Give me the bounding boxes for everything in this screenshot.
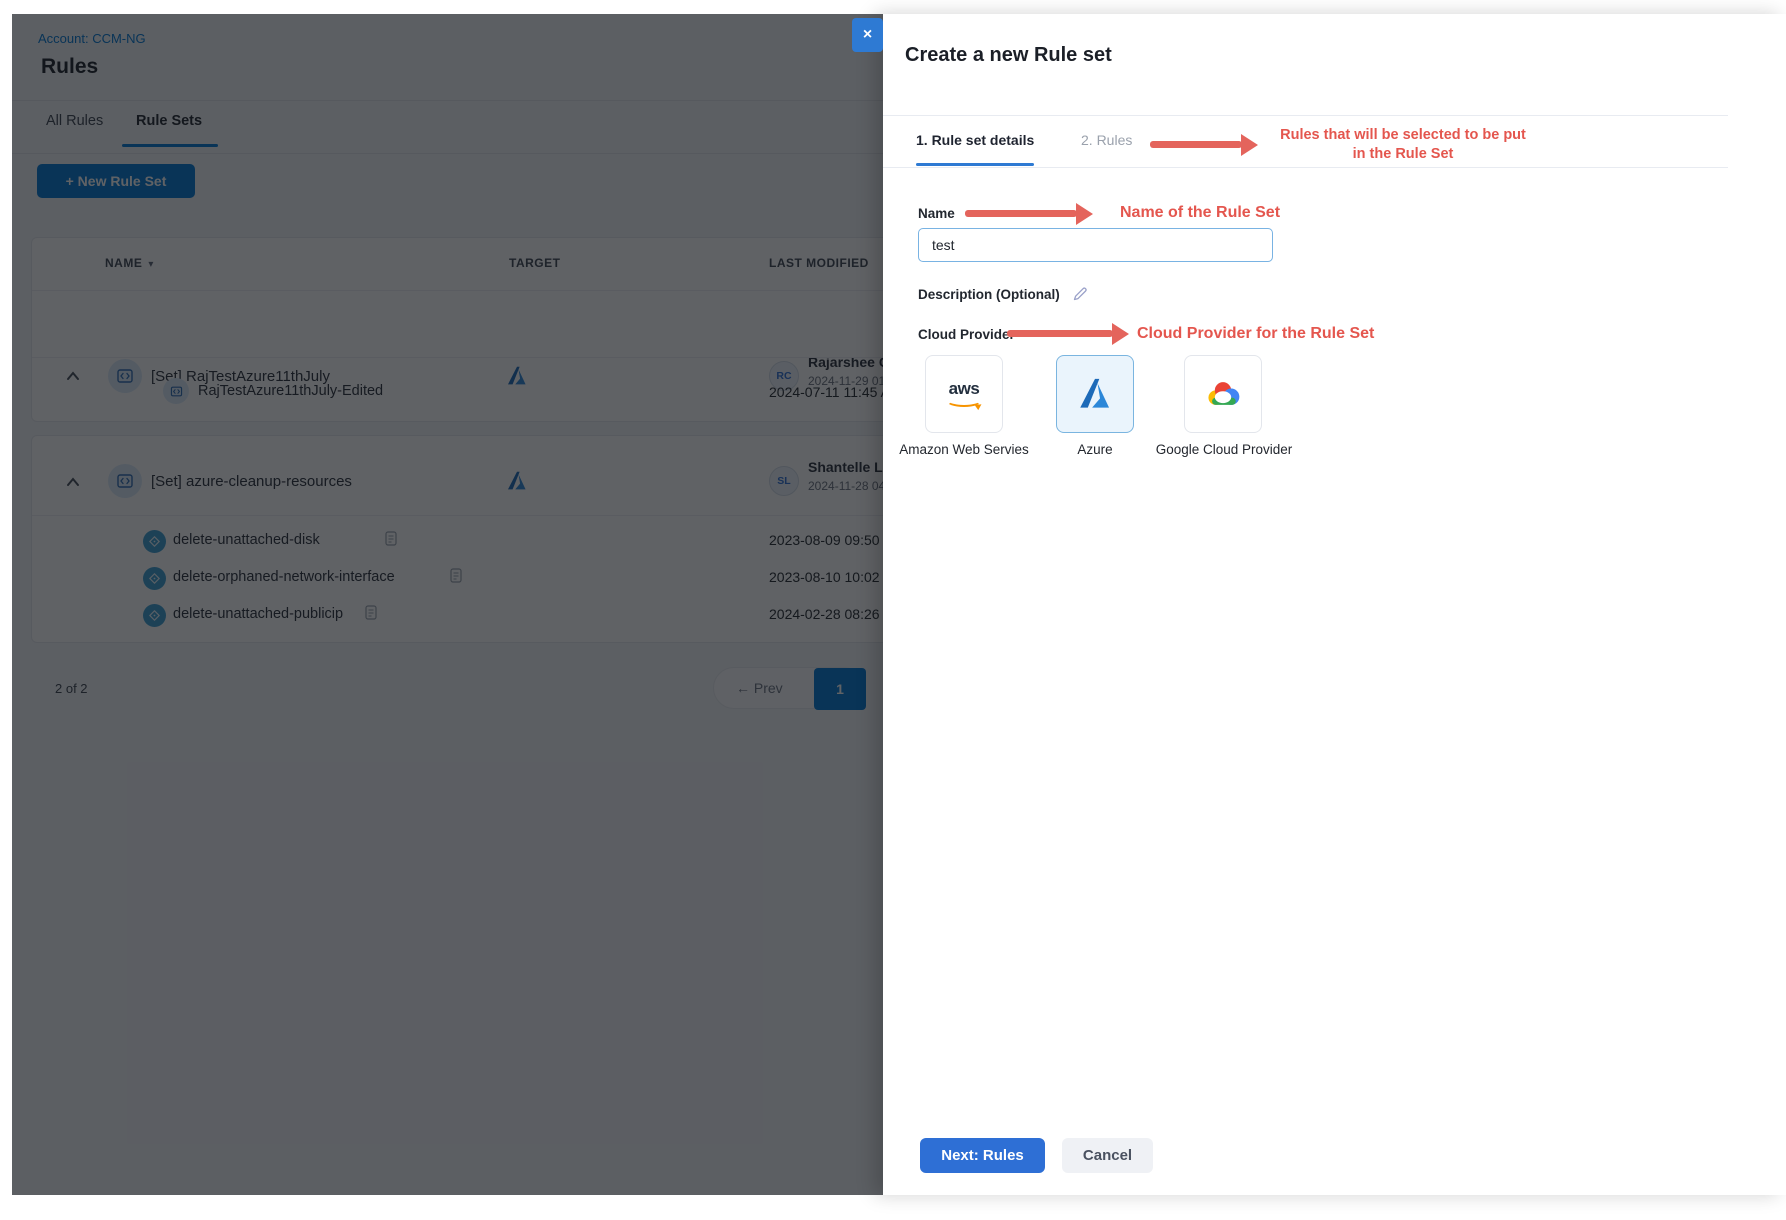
provider-label-azure: Azure	[1025, 441, 1165, 459]
provider-card-gcp[interactable]	[1184, 355, 1262, 433]
provider-card-aws[interactable]: aws	[925, 355, 1003, 433]
azure-logo-icon	[1077, 376, 1113, 412]
cancel-button[interactable]: Cancel	[1062, 1138, 1153, 1173]
annotation-arrow-steps	[1150, 141, 1242, 148]
description-label: Description (Optional)	[918, 287, 1060, 302]
step-rules[interactable]: 2. Rules	[1081, 132, 1132, 148]
aws-logo-icon: aws	[946, 381, 982, 407]
edit-pencil-icon[interactable]	[1072, 286, 1088, 302]
create-ruleset-drawer: Create a new Rule set 1. Rule set detail…	[883, 14, 1786, 1195]
active-step-underline	[916, 163, 1034, 166]
provider-label-aws: Amazon Web Servies	[894, 441, 1034, 459]
annotation-name: Name of the Rule Set	[1120, 204, 1280, 222]
annotation-steps-line1: Rules that will be selected to be put	[1253, 126, 1553, 145]
step-rule-set-details[interactable]: 1. Rule set details	[916, 132, 1034, 148]
annotation-steps-line2: in the Rule Set	[1253, 145, 1553, 164]
cloud-provider-label: Cloud Provider	[918, 327, 1015, 342]
annotation-arrow-provider	[1007, 330, 1113, 337]
drawer-title: Create a new Rule set	[905, 44, 1112, 67]
aws-smile-arrow	[946, 394, 982, 407]
drawer-close-button[interactable]: ×	[852, 18, 883, 52]
screenshot-canvas: Account: CCM-NG Rules All Rules Rule Set…	[0, 0, 1786, 1220]
name-input[interactable]	[918, 228, 1273, 262]
annotation-steps: Rules that will be selected to be put in…	[1253, 126, 1553, 164]
provider-card-azure[interactable]	[1056, 355, 1134, 433]
annotation-provider: Cloud Provider for the Rule Set	[1137, 325, 1374, 343]
gcp-logo-icon	[1203, 379, 1243, 409]
next-rules-button[interactable]: Next: Rules	[920, 1138, 1045, 1173]
name-label: Name	[918, 206, 955, 221]
provider-label-gcp: Google Cloud Provider	[1154, 441, 1294, 459]
annotation-arrow-name	[965, 210, 1077, 217]
